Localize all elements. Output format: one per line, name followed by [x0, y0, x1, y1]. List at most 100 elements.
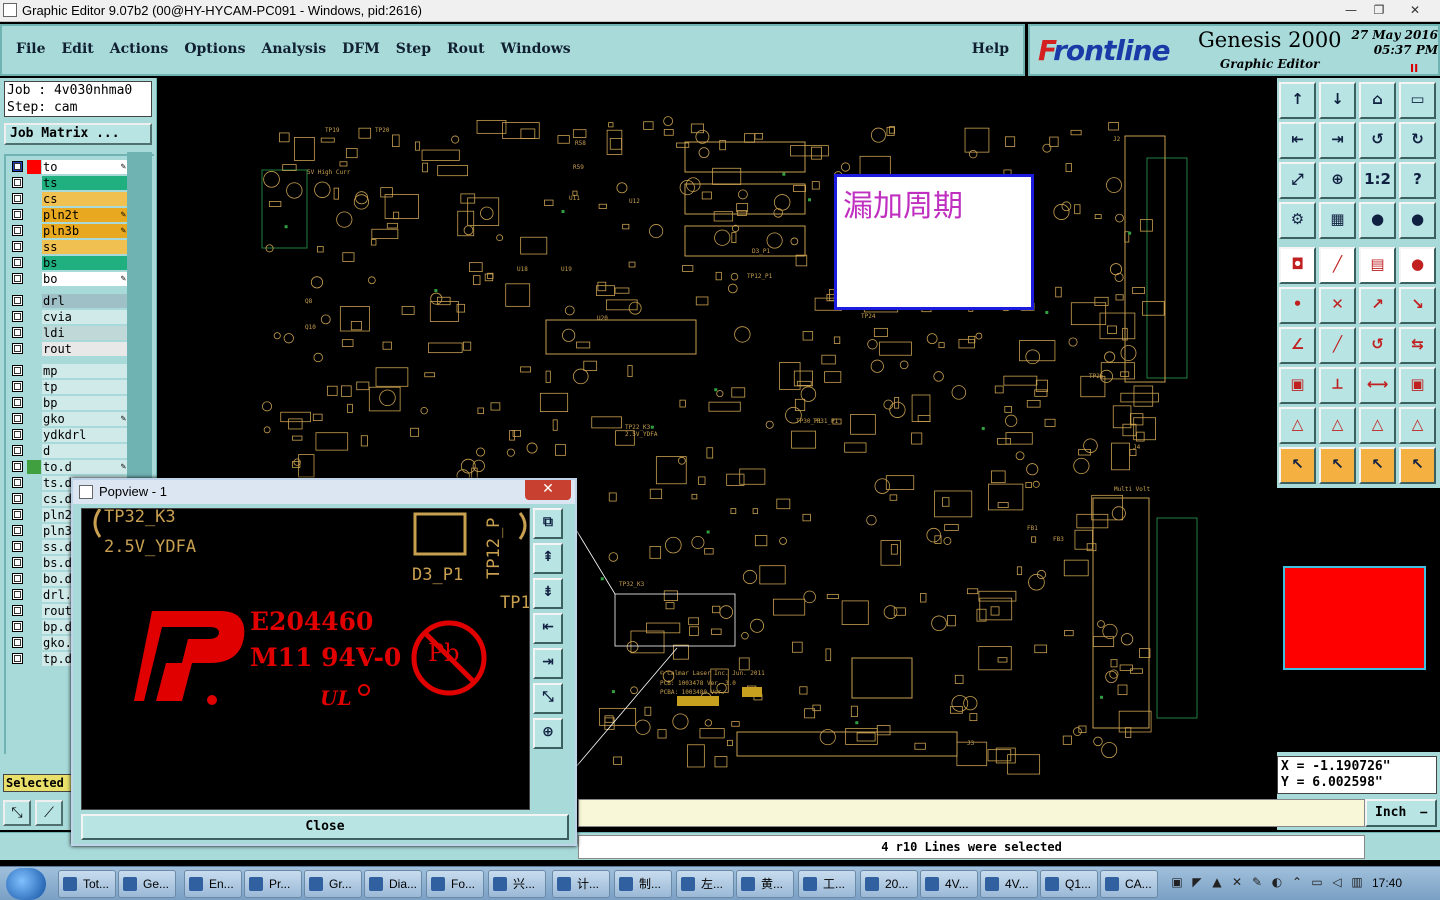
layer-name[interactable]: bo ✎: [42, 272, 128, 286]
pointer-circle-icon[interactable]: ↖: [1359, 447, 1396, 484]
layer-name[interactable]: mp: [42, 364, 128, 378]
layer-row[interactable]: mp: [6, 364, 128, 378]
taskbar-item[interactable]: Fo...: [426, 870, 484, 898]
layer-row[interactable]: to ✎: [6, 160, 128, 174]
layer-name[interactable]: ydkdrl: [42, 428, 128, 442]
overview-map[interactable]: [1277, 488, 1440, 752]
layer-name[interactable]: cvia: [42, 310, 128, 324]
popview-zoom-fit-icon[interactable]: ⤡: [533, 683, 563, 714]
taskbar-item[interactable]: 工...: [798, 870, 856, 898]
mirror-icon[interactable]: ↺: [1359, 122, 1396, 159]
pad-icon[interactable]: ◘: [1279, 247, 1316, 284]
move-icon[interactable]: ⇆: [1399, 327, 1436, 364]
taskbar-item[interactable]: En...: [184, 870, 242, 898]
popview-next-icon[interactable]: ⇥: [533, 648, 563, 679]
layer-row[interactable]: bp: [6, 396, 128, 410]
taskbar-item[interactable]: Dia...: [364, 870, 422, 898]
slope-icon[interactable]: ╱: [1319, 327, 1356, 364]
layer-name[interactable]: rout: [42, 342, 128, 356]
layer-name[interactable]: ss: [42, 240, 128, 254]
menu-file[interactable]: File: [16, 41, 45, 57]
tray-c-icon[interactable]: ◐: [1270, 875, 1284, 891]
layer-row[interactable]: ydkdrl: [6, 428, 128, 442]
layer-row[interactable]: cvia: [6, 310, 128, 324]
tray-network-icon[interactable]: ▥: [1350, 875, 1364, 891]
snap-right-icon[interactable]: ⇥: [1319, 122, 1356, 159]
zoom-fit-icon[interactable]: ⤡: [3, 800, 31, 826]
taskbar-item[interactable]: Tot...: [58, 870, 116, 898]
layer-name[interactable]: drl: [42, 294, 128, 308]
layer-row[interactable]: gko ✎: [6, 412, 128, 426]
zoom-center-icon[interactable]: ⊕: [1319, 162, 1356, 199]
home-icon[interactable]: ⌂: [1359, 82, 1396, 119]
restore-icon[interactable]: ❐: [1366, 1, 1392, 19]
line-delete-icon[interactable]: ↘: [1399, 287, 1436, 324]
popview-close-icon[interactable]: ✕: [525, 480, 571, 500]
draw-icon[interactable]: ╱: [1319, 247, 1356, 284]
command-input[interactable]: [578, 799, 1365, 827]
menu-step[interactable]: Step: [396, 41, 431, 57]
layer-color-swatch[interactable]: [27, 460, 41, 474]
layer-name[interactable]: ldi: [42, 326, 128, 340]
measure-icon[interactable]: ⟷: [1359, 367, 1396, 404]
taskbar-item[interactable]: 计...: [552, 870, 610, 898]
layer-row[interactable]: ts: [6, 176, 128, 190]
layer-row[interactable]: drl: [6, 294, 128, 308]
menu-analysis[interactable]: Analysis: [261, 41, 326, 57]
taskbar-item[interactable]: Ge...: [118, 870, 176, 898]
connect-icon[interactable]: •: [1279, 287, 1316, 324]
tray-pen-icon[interactable]: ✎: [1250, 875, 1264, 891]
layer-name[interactable]: pln2t ✎: [42, 208, 128, 222]
layer-name[interactable]: cs: [42, 192, 128, 206]
start-button[interactable]: [6, 868, 46, 900]
flip-icon[interactable]: ↻: [1399, 122, 1436, 159]
popview-close-button[interactable]: Close: [81, 814, 569, 840]
circle-icon[interactable]: ●: [1399, 247, 1436, 284]
popview-load-icon[interactable]: ⇞: [533, 543, 563, 574]
triangle-down-icon[interactable]: △: [1359, 407, 1396, 444]
rotate-icon[interactable]: ↺: [1359, 327, 1396, 364]
layer-row[interactable]: bs: [6, 256, 128, 270]
taskbar-item[interactable]: Gr...: [304, 870, 362, 898]
taskbar-clock[interactable]: 17:40: [1372, 876, 1402, 890]
layer-name[interactable]: to ✎: [42, 160, 128, 174]
layer-name[interactable]: d: [42, 444, 128, 458]
popview-titlebar[interactable]: Popview - 1: [73, 480, 575, 504]
layer-row[interactable]: rout: [6, 342, 128, 356]
settings-icon[interactable]: ⚙: [1279, 202, 1316, 239]
angle-icon[interactable]: ∠: [1279, 327, 1316, 364]
popview-prev-icon[interactable]: ⇤: [533, 613, 563, 644]
minimize-icon[interactable]: —: [1338, 1, 1364, 19]
menu-edit[interactable]: Edit: [61, 41, 93, 57]
open-step-icon[interactable]: ↑: [1279, 82, 1316, 119]
layer-row[interactable]: ldi: [6, 326, 128, 340]
taskbar-item[interactable]: Pr...: [244, 870, 302, 898]
menu-windows[interactable]: Windows: [501, 41, 571, 57]
menu-rout[interactable]: Rout: [447, 41, 485, 57]
tray-x-icon[interactable]: ✕: [1230, 875, 1244, 891]
ruler-icon[interactable]: ▤: [1359, 247, 1396, 284]
cut-icon[interactable]: ⟂: [1319, 367, 1356, 404]
select-box-icon[interactable]: ▣: [1279, 367, 1316, 404]
grid-icon[interactable]: ▦: [1319, 202, 1356, 239]
tray-monitor-icon[interactable]: ▭: [1310, 875, 1324, 891]
taskbar-item[interactable]: 兴...: [488, 870, 546, 898]
job-matrix-button[interactable]: Job Matrix ...: [4, 123, 152, 145]
taskbar-item[interactable]: 4V...: [920, 870, 978, 898]
tray-volume-icon[interactable]: ◁: [1330, 875, 1344, 891]
popview-canvas[interactable]: UL TP32_K3 2.5V_YDFA D3_P1 TP12_P TP1 E2…: [81, 508, 530, 810]
tray-flag-icon[interactable]: ▲: [1210, 875, 1224, 891]
panel-icon[interactable]: ▭: [1399, 82, 1436, 119]
taskbar-item[interactable]: 左...: [676, 870, 734, 898]
taskbar-item[interactable]: CA...: [1100, 870, 1158, 898]
taskbar-item[interactable]: 4V...: [980, 870, 1038, 898]
menu-options[interactable]: Options: [184, 41, 245, 57]
menu-actions[interactable]: Actions: [110, 41, 169, 57]
layer-row[interactable]: cs: [6, 192, 128, 206]
layer-name[interactable]: ts: [42, 176, 128, 190]
menu-help[interactable]: Help: [972, 41, 1009, 57]
save-icon[interactable]: ↓: [1319, 82, 1356, 119]
layer-row[interactable]: pln3b ✎: [6, 224, 128, 238]
zoom-fit-icon[interactable]: ⤢: [1279, 162, 1316, 199]
layer-name[interactable]: pln3b ✎: [42, 224, 128, 238]
